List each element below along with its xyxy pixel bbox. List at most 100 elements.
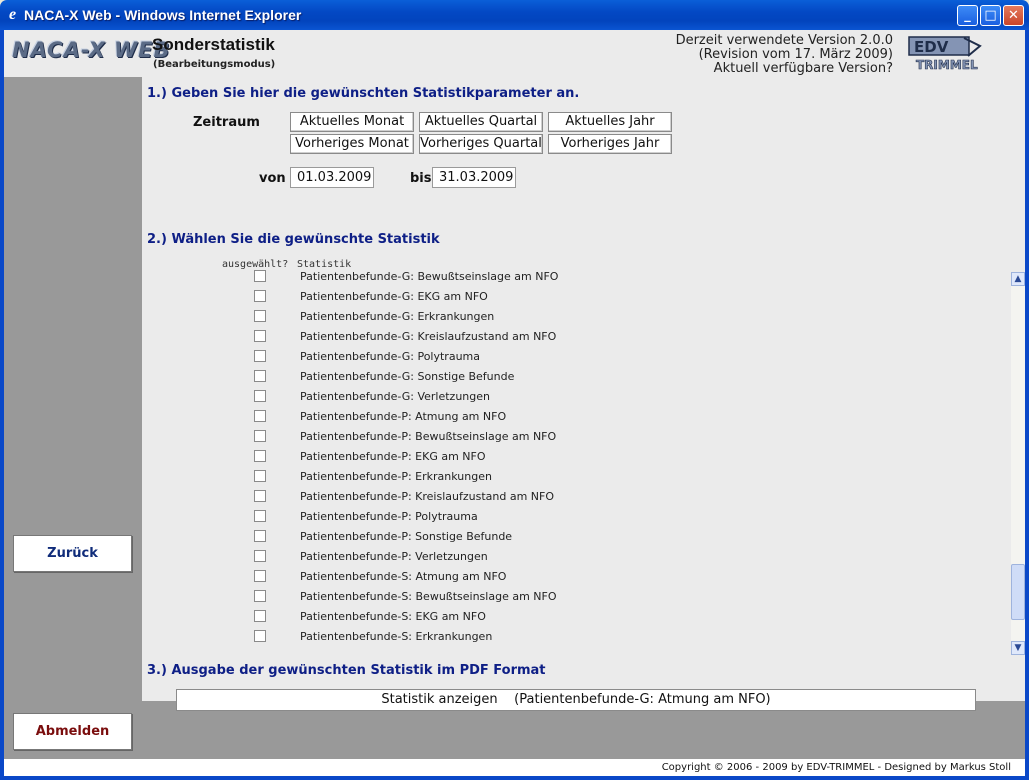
list-scrollbar[interactable]: ▲ ▼ [1011, 272, 1025, 655]
section1-heading: 1.) Geben Sie hier die gewünschten Stati… [147, 86, 580, 101]
list-item: Patientenbefunde-P: Polytrauma [142, 507, 1002, 527]
statistic-checkbox[interactable] [254, 550, 266, 562]
version-available-link[interactable]: Aktuell verfügbare Version? [676, 62, 893, 76]
statistic-label: Patientenbefunde-P: Kreislaufzustand am … [300, 490, 554, 503]
minimize-icon: _ [964, 8, 971, 23]
statistic-checkbox[interactable] [254, 450, 266, 462]
page-title: Sonderstatistik [152, 35, 275, 54]
close-button[interactable]: ✕ [1003, 5, 1024, 26]
copyright-text: Copyright © 2006 - 2009 by EDV-TRIMMEL -… [661, 762, 1011, 773]
statistic-label: Patientenbefunde-S: Atmung am NFO [300, 570, 507, 583]
statistic-checkbox[interactable] [254, 270, 266, 282]
edv-trimmel-logo: EDV TRIMMEL [908, 36, 982, 72]
previous-quarter-button[interactable]: Vorheriges Quartal [419, 134, 543, 154]
list-item: Patientenbefunde-P: Bewußtseinslage am N… [142, 427, 1002, 447]
maximize-button[interactable]: □ [980, 5, 1001, 26]
scroll-up-button[interactable]: ▲ [1011, 272, 1025, 286]
statistic-checkbox[interactable] [254, 510, 266, 522]
list-item: Patientenbefunde-G: Bewußtseinslage am N… [142, 267, 1002, 287]
page-footer: Copyright © 2006 - 2009 by EDV-TRIMMEL -… [4, 759, 1025, 776]
statistic-checkbox[interactable] [254, 310, 266, 322]
list-item: Patientenbefunde-G: Kreislaufzustand am … [142, 327, 1002, 347]
statistic-checkbox[interactable] [254, 570, 266, 582]
statistic-label: Patientenbefunde-P: Verletzungen [300, 550, 488, 563]
edv-logo-text: EDV [914, 38, 949, 56]
main-content: 1.) Geben Sie hier die gewünschten Stati… [142, 77, 1025, 711]
section2-heading: 2.) Wählen Sie die gewünschte Statistik [147, 232, 440, 247]
statistic-checkbox[interactable] [254, 370, 266, 382]
close-icon: ✕ [1008, 8, 1019, 23]
statistic-checkbox[interactable] [254, 470, 266, 482]
ie-logo-icon: e [8, 6, 17, 23]
statistic-label: Patientenbefunde-G: Verletzungen [300, 390, 490, 403]
scroll-down-button[interactable]: ▼ [1011, 641, 1025, 655]
statistic-label: Patientenbefunde-G: Kreislaufzustand am … [300, 330, 557, 343]
current-month-button[interactable]: Aktuelles Monat [290, 112, 414, 132]
statistic-checkbox[interactable] [254, 290, 266, 302]
show-statistic-button[interactable]: Statistik anzeigen (Patientenbefunde-G: … [176, 689, 976, 711]
list-item: Patientenbefunde-G: Polytrauma [142, 347, 1002, 367]
list-item: Patientenbefunde-S: EKG am NFO [142, 607, 1002, 627]
edv-logo-subtext: TRIMMEL [916, 58, 978, 72]
list-item: Patientenbefunde-P: EKG am NFO [142, 447, 1002, 467]
window-titlebar: e NACA-X Web - Windows Internet Explorer… [0, 0, 1029, 30]
statistic-checkbox[interactable] [254, 350, 266, 362]
version-current: Derzeit verwendete Version 2.0.0 [675, 33, 893, 48]
version-revision: (Revision vom 17. März 2009) [698, 47, 893, 62]
statistic-label: Patientenbefunde-P: Atmung am NFO [300, 410, 507, 423]
statistic-label: Patientenbefunde-P: Erkrankungen [300, 470, 492, 483]
statistic-list: Patientenbefunde-G: Bewußtseinslage am N… [142, 267, 1025, 649]
logout-button[interactable]: Abmelden [13, 713, 132, 750]
version-info: Derzeit verwendete Version 2.0.0 (Revisi… [676, 34, 893, 76]
statistic-checkbox[interactable] [254, 430, 266, 442]
statistic-label: Patientenbefunde-P: EKG am NFO [300, 450, 486, 463]
statistic-label: Patientenbefunde-G: Erkrankungen [300, 310, 495, 323]
statistic-label: Patientenbefunde-G: EKG am NFO [300, 290, 488, 303]
back-button[interactable]: Zurück [13, 535, 132, 572]
statistic-label: Patientenbefunde-S: Erkrankungen [300, 630, 493, 643]
scroll-thumb[interactable] [1011, 564, 1025, 620]
list-item: Patientenbefunde-P: Sonstige Befunde [142, 527, 1002, 547]
previous-year-button[interactable]: Vorheriges Jahr [548, 134, 672, 154]
list-item: Patientenbefunde-G: Verletzungen [142, 387, 1002, 407]
list-item: Patientenbefunde-S: Erkrankungen [142, 627, 1002, 647]
statistic-checkbox[interactable] [254, 610, 266, 622]
to-date-input[interactable]: 31.03.2009 [432, 167, 516, 188]
from-date-input[interactable]: 01.03.2009 [290, 167, 374, 188]
statistic-checkbox[interactable] [254, 490, 266, 502]
statistic-checkbox[interactable] [254, 530, 266, 542]
list-item: Patientenbefunde-S: Atmung am NFO [142, 567, 1002, 587]
window-frame: NACA-X WEB Sonderstatistik (Bearbeitungs… [0, 30, 1029, 780]
arrow-up-icon: ▲ [1014, 274, 1022, 284]
minimize-button[interactable]: _ [957, 5, 978, 26]
list-item: Patientenbefunde-G: EKG am NFO [142, 287, 1002, 307]
current-quarter-button[interactable]: Aktuelles Quartal [419, 112, 543, 132]
arrow-down-icon: ▼ [1014, 643, 1022, 653]
maximize-icon: □ [984, 8, 997, 23]
list-item: Patientenbefunde-P: Atmung am NFO [142, 407, 1002, 427]
statistic-label: Patientenbefunde-G: Polytrauma [300, 350, 480, 363]
statistic-checkbox[interactable] [254, 630, 266, 642]
statistic-label: Patientenbefunde-S: EKG am NFO [300, 610, 486, 623]
statistic-label: Patientenbefunde-G: Bewußtseinslage am N… [300, 270, 559, 283]
statistic-checkbox[interactable] [254, 330, 266, 342]
statistic-label: Patientenbefunde-P: Bewußtseinslage am N… [300, 430, 557, 443]
statistic-checkbox[interactable] [254, 410, 266, 422]
list-item: Patientenbefunde-P: Kreislaufzustand am … [142, 487, 1002, 507]
statistic-checkbox[interactable] [254, 590, 266, 602]
to-label: bis [410, 171, 432, 186]
zeitraum-label: Zeitraum [193, 115, 260, 130]
statistic-label: Patientenbefunde-S: Bewußtseinslage am N… [300, 590, 557, 603]
current-year-button[interactable]: Aktuelles Jahr [548, 112, 672, 132]
statistic-checkbox[interactable] [254, 390, 266, 402]
list-item: Patientenbefunde-G: Erkrankungen [142, 307, 1002, 327]
previous-month-button[interactable]: Vorheriges Monat [290, 134, 414, 154]
section3-heading: 3.) Ausgabe der gewünschten Statistik im… [147, 663, 546, 678]
statistic-label: Patientenbefunde-G: Sonstige Befunde [300, 370, 515, 383]
app-header: NACA-X WEB Sonderstatistik (Bearbeitungs… [4, 30, 1025, 77]
naca-x-logo: NACA-X WEB [12, 38, 171, 62]
from-label: von [259, 171, 286, 186]
list-item: Patientenbefunde-P: Erkrankungen [142, 467, 1002, 487]
list-item: Patientenbefunde-P: Verletzungen [142, 547, 1002, 567]
list-item: Patientenbefunde-S: Bewußtseinslage am N… [142, 587, 1002, 607]
